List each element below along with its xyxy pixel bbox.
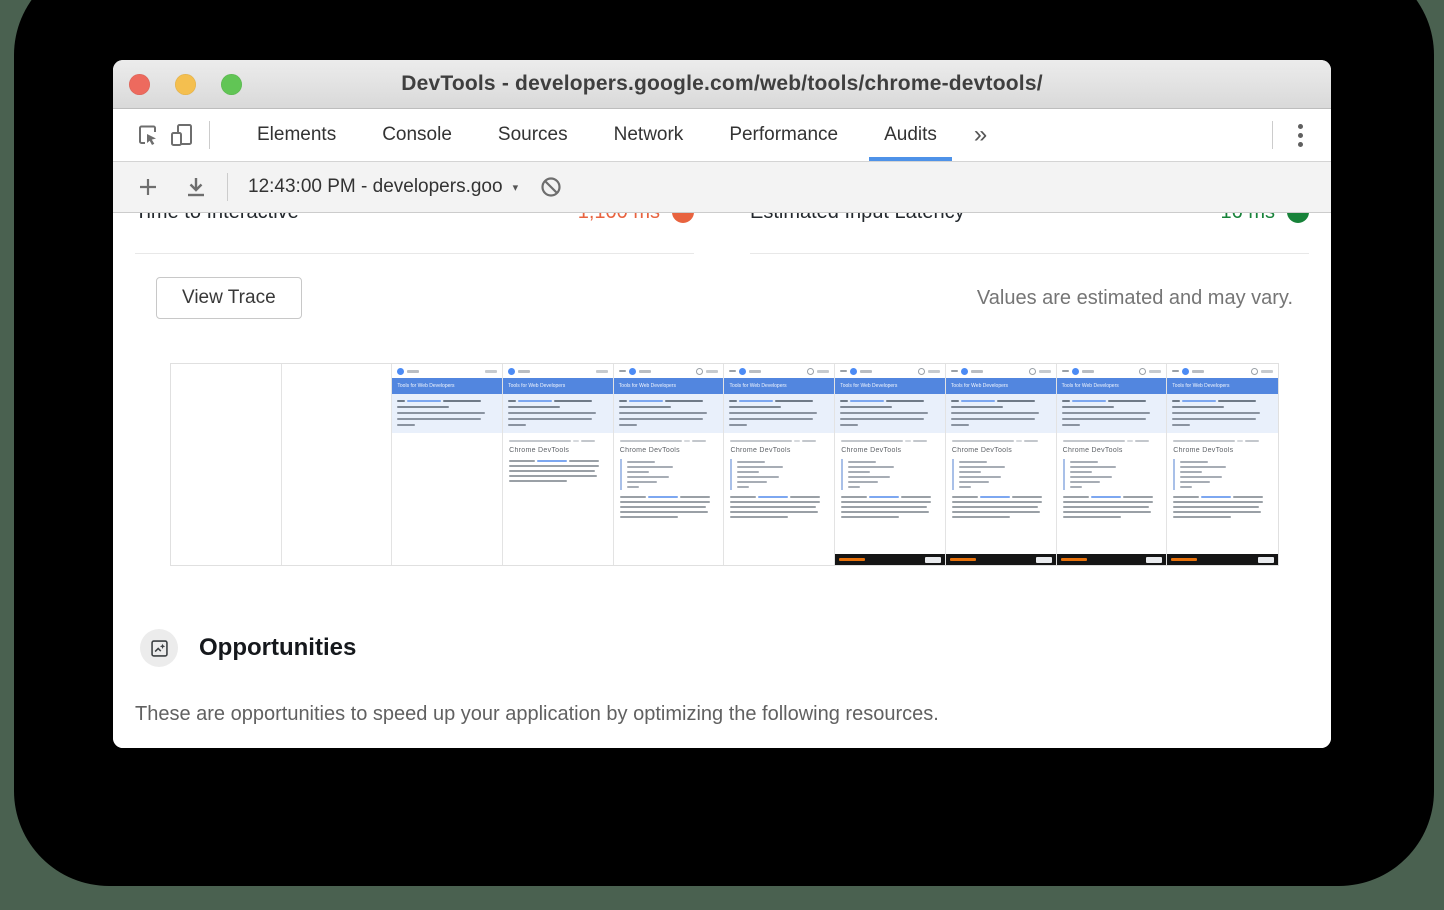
tab-audits[interactable]: Audits	[861, 109, 960, 161]
metric-value: 16 ms	[1221, 213, 1275, 224]
new-audit-icon[interactable]	[131, 170, 165, 204]
estimate-disclaimer: Values are estimated and may vary.	[977, 287, 1293, 310]
thumb-hero	[835, 394, 945, 433]
filmstrip-frame: Tools for Web Developers Chrome DevTools	[946, 364, 1057, 565]
thumb-heading: Chrome DevTools	[620, 447, 718, 454]
minimize-window-button[interactable]	[175, 74, 196, 95]
chevron-down-icon: ▾	[513, 181, 519, 194]
metrics-row-clipped: Time to Interactive 1,100 ms Estimated I…	[135, 213, 1309, 254]
window-title: DevTools - developers.google.com/web/too…	[401, 72, 1043, 96]
toolbar-separator	[1272, 121, 1273, 149]
thumb-cookie-bar	[946, 554, 1056, 565]
thumb-heading: Chrome DevTools	[509, 447, 607, 454]
clear-audits-icon[interactable]	[534, 170, 568, 204]
devtools-tab-bar: ElementsConsoleSourcesNetworkPerformance…	[113, 109, 1331, 162]
site-logo-icon	[397, 368, 404, 375]
filmstrip-frame	[171, 364, 282, 565]
thumb-hero	[1057, 394, 1167, 433]
opportunities-badge	[140, 629, 178, 667]
thumb-cookie-bar	[835, 554, 945, 565]
devtools-menu-icon[interactable]	[1283, 118, 1317, 152]
site-logo-icon	[961, 368, 968, 375]
zoom-window-button[interactable]	[221, 74, 242, 95]
metric-estimated-input-latency: Estimated Input Latency 16 ms	[750, 213, 1309, 254]
thumb-banner: Tools for Web Developers	[392, 378, 502, 394]
site-logo-icon	[850, 368, 857, 375]
device-toolbar-icon[interactable]	[165, 118, 199, 152]
search-icon	[918, 368, 925, 375]
filmstrip-frame	[282, 364, 393, 565]
filmstrip-frame: Tools for Web Developers Chrome DevTools	[503, 364, 614, 565]
thumb-cookie-bar	[1167, 554, 1278, 565]
tab-performance[interactable]: Performance	[706, 109, 861, 161]
opportunities-description: These are opportunities to speed up your…	[135, 703, 1309, 726]
tab-strip: ElementsConsoleSourcesNetworkPerformance…	[234, 109, 960, 161]
thumb-hero	[503, 394, 613, 433]
metric-label: Estimated Input Latency	[750, 213, 1221, 224]
trace-actions-row: View Trace Values are estimated and may …	[135, 277, 1309, 319]
opportunities-header: Opportunities	[140, 629, 1309, 667]
filmstrip-frame: Tools for Web Developers Chrome DevTools	[1057, 364, 1168, 565]
site-logo-icon	[1182, 368, 1189, 375]
thumb-banner: Tools for Web Developers	[1167, 378, 1278, 394]
thumb-heading: Chrome DevTools	[1063, 447, 1161, 454]
thumb-banner: Tools for Web Developers	[614, 378, 724, 394]
thumb-heading: Chrome DevTools	[730, 447, 828, 454]
site-logo-icon	[508, 368, 515, 375]
thumb-banner: Tools for Web Developers	[1057, 378, 1167, 394]
metric-time-to-interactive: Time to Interactive 1,100 ms	[135, 213, 694, 254]
tab-console[interactable]: Console	[359, 109, 475, 161]
filmstrip-frame: Tools for Web Developers Chrome DevTools	[724, 364, 835, 565]
thumb-heading: Chrome DevTools	[952, 447, 1050, 454]
toolbar-separator	[227, 173, 228, 201]
search-icon	[807, 368, 814, 375]
search-icon	[696, 368, 703, 375]
close-window-button[interactable]	[129, 74, 150, 95]
metric-label: Time to Interactive	[135, 213, 578, 224]
toolbar-separator	[209, 121, 210, 149]
audit-report: Time to Interactive 1,100 ms Estimated I…	[113, 213, 1331, 748]
metric-value: 1,100 ms	[578, 213, 660, 224]
traffic-lights	[129, 60, 242, 108]
site-logo-icon	[629, 368, 636, 375]
site-logo-icon	[739, 368, 746, 375]
view-trace-button[interactable]: View Trace	[156, 277, 302, 319]
image-sparkle-icon	[149, 638, 170, 659]
audit-run-label: 12:43:00 PM - developers.goo	[248, 176, 503, 198]
thumb-hero	[1167, 394, 1278, 433]
title-bar: DevTools - developers.google.com/web/too…	[113, 60, 1331, 109]
thumb-hero	[724, 394, 834, 433]
tab-elements[interactable]: Elements	[234, 109, 359, 161]
download-report-icon[interactable]	[179, 170, 213, 204]
devtools-window: DevTools - developers.google.com/web/too…	[113, 60, 1331, 748]
opportunities-title: Opportunities	[199, 634, 356, 662]
thumb-hero	[392, 394, 502, 433]
warning-icon	[672, 213, 694, 223]
search-icon	[1139, 368, 1146, 375]
thumb-heading: Chrome DevTools	[841, 447, 939, 454]
filmstrip-frame: Tools for Web Developers Chrome DevTools	[614, 364, 725, 565]
thumb-cookie-bar	[1057, 554, 1167, 565]
thumb-banner: Tools for Web Developers	[503, 378, 613, 394]
filmstrip-frame: Tools for Web Developers	[392, 364, 503, 565]
thumb-banner: Tools for Web Developers	[724, 378, 834, 394]
pass-icon	[1287, 213, 1309, 223]
audit-run-select[interactable]: 12:43:00 PM - developers.goo ▾	[242, 176, 524, 198]
tab-network[interactable]: Network	[591, 109, 707, 161]
more-tabs-chevron[interactable]: »	[960, 121, 1001, 149]
thumb-hero	[946, 394, 1056, 433]
audits-toolbar: 12:43:00 PM - developers.goo ▾	[113, 162, 1331, 213]
search-icon	[1029, 368, 1036, 375]
thumb-banner: Tools for Web Developers	[835, 378, 945, 394]
tab-sources[interactable]: Sources	[475, 109, 591, 161]
thumb-hero	[614, 394, 724, 433]
thumb-banner: Tools for Web Developers	[946, 378, 1056, 394]
inspect-element-icon[interactable]	[131, 118, 165, 152]
filmstrip: Tools for Web DevelopersTools for Web De…	[170, 363, 1279, 566]
search-icon	[1251, 368, 1258, 375]
site-logo-icon	[1072, 368, 1079, 375]
thumb-heading: Chrome DevTools	[1173, 447, 1272, 454]
filmstrip-frame: Tools for Web Developers Chrome DevTools	[1167, 364, 1278, 565]
filmstrip-frame: Tools for Web Developers Chrome DevTools	[835, 364, 946, 565]
